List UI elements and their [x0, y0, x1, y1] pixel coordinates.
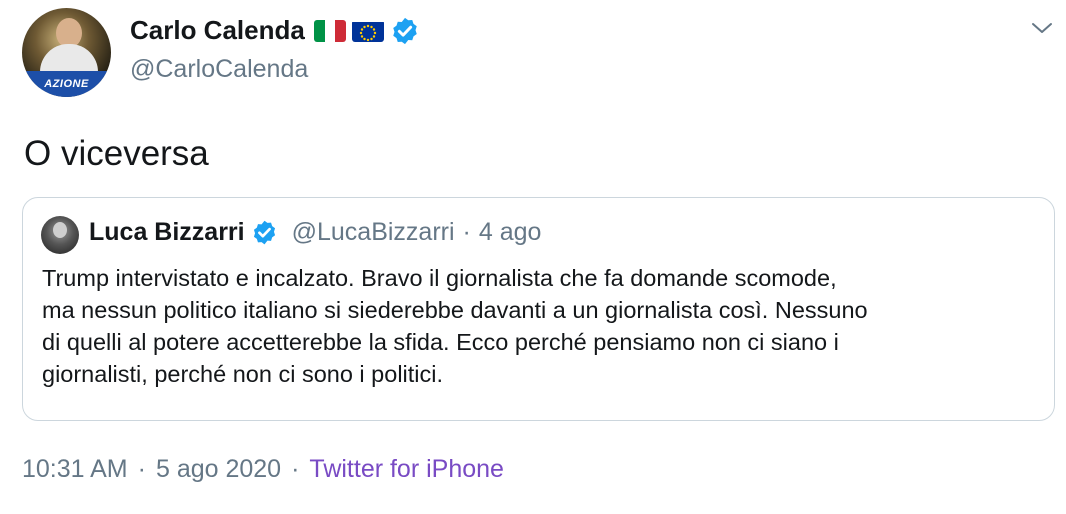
quoted-avatar-head — [53, 222, 67, 238]
quoted-text-line: Trump intervistato e incalzato. Bravo il… — [42, 265, 837, 291]
verified-badge-icon — [390, 16, 420, 46]
chevron-down-icon[interactable] — [1030, 18, 1054, 38]
tweet-card: AZIONE Carlo Calenda @CarloCalenda O vic… — [0, 0, 1066, 514]
quoted-author-avatar[interactable] — [41, 216, 79, 254]
meta-separator: · — [291, 455, 300, 483]
tweet-text: O viceversa — [24, 134, 209, 173]
quoted-author-handle[interactable]: @LucaBizzarri — [292, 218, 455, 247]
quoted-separator: · — [462, 218, 471, 246]
author-avatar[interactable]: AZIONE — [22, 8, 111, 97]
quoted-text-line: di quelli al potere accetterebbe la sfid… — [42, 329, 839, 355]
author-name[interactable]: Carlo Calenda — [130, 15, 305, 46]
tweet-metadata: 10:31 AM · 5 ago 2020 · Twitter for iPho… — [22, 455, 504, 484]
author-name-row[interactable]: Carlo Calenda — [130, 15, 420, 46]
tweet-time[interactable]: 10:31 AM — [22, 455, 128, 484]
tweet-date[interactable]: 5 ago 2020 — [156, 455, 281, 484]
quoted-tweet-header: Luca Bizzarri @LucaBizzarri · 4 ago — [89, 218, 541, 247]
author-handle[interactable]: @CarloCalenda — [130, 55, 308, 84]
eu-flag-icon — [351, 20, 384, 42]
quoted-tweet[interactable]: Luca Bizzarri @LucaBizzarri · 4 ago Trum… — [22, 197, 1055, 421]
tweet-source-link[interactable]: Twitter for iPhone — [309, 455, 504, 484]
italy-flag-icon — [313, 19, 346, 42]
quoted-text-line: ma nessun politico italiano si siederebb… — [42, 297, 868, 323]
quoted-tweet-text: Trump intervistato e incalzato. Bravo il… — [42, 262, 1042, 390]
avatar-brand-logo: AZIONE — [44, 78, 89, 90]
quoted-author-name[interactable]: Luca Bizzarri — [89, 218, 245, 247]
verified-badge-icon — [251, 219, 278, 246]
quoted-timestamp[interactable]: 4 ago — [479, 218, 542, 247]
meta-separator: · — [137, 455, 146, 483]
quoted-text-line: giornalisti, perché non ci sono i politi… — [42, 361, 444, 387]
